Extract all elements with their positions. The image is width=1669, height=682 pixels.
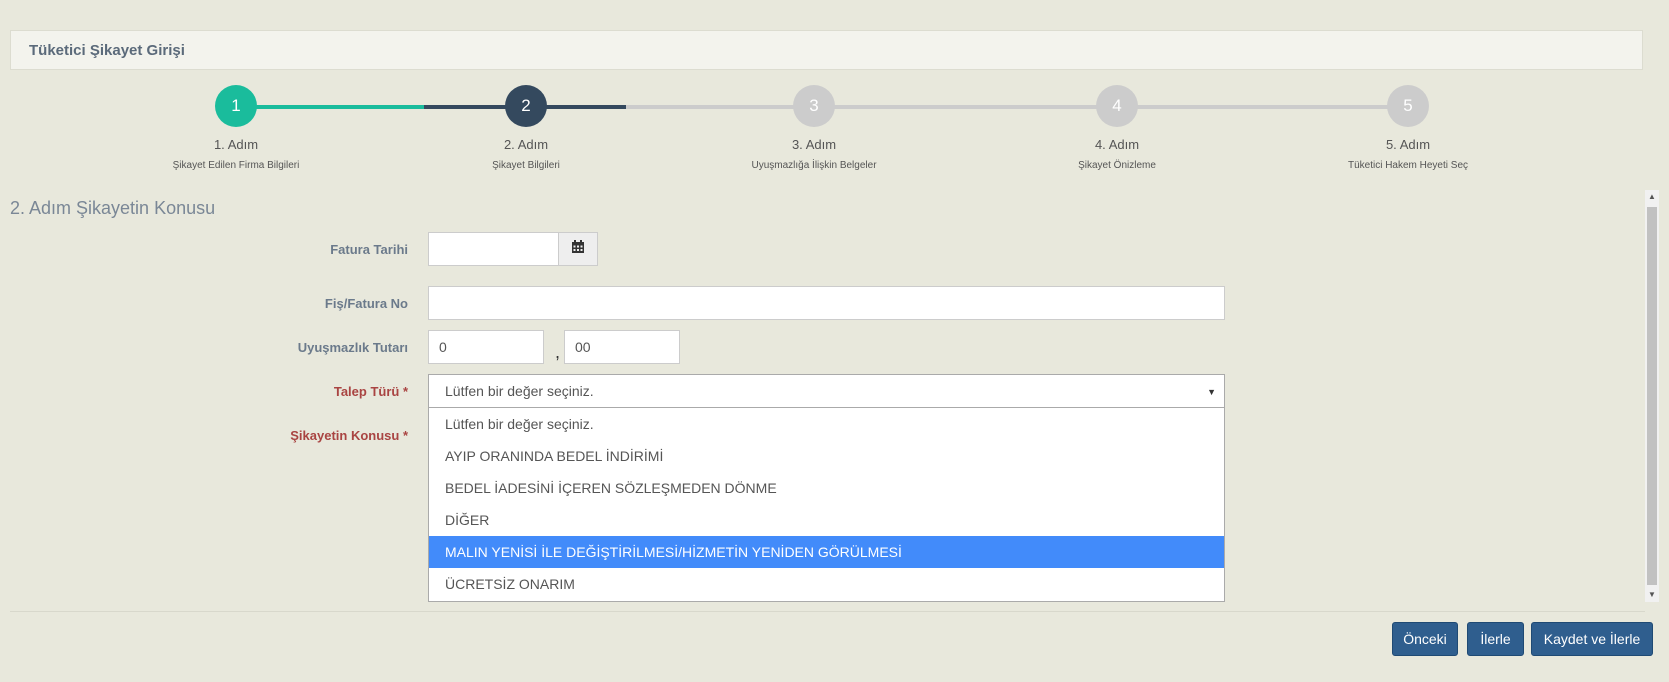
step-description: Şikayet Edilen Firma Bilgileri <box>172 160 300 171</box>
dropdown-option[interactable]: AYIP ORANINDA BEDEL İNDİRİMİ <box>429 440 1224 472</box>
step-title: 2. Adım <box>503 137 549 152</box>
step-title: 3. Adım <box>791 137 837 152</box>
fatura-tarihi-input[interactable] <box>428 232 559 266</box>
dropdown-option[interactable]: DİĞER <box>429 504 1224 536</box>
scrollbar-thumb[interactable] <box>1647 207 1657 585</box>
dropdown-option[interactable]: Lütfen bir değer seçiniz. <box>429 408 1224 440</box>
tutar-decimal-input[interactable]: 00 <box>564 330 680 364</box>
fatura-tarihi-label: Fatura Tarihi <box>330 242 408 257</box>
wizard-step-3[interactable]: 3 3. Adım Uyuşmazlığa İlişkin Belgeler <box>694 85 934 171</box>
sikayetin-konusu-label: Şikayetin Konusu * <box>290 428 408 443</box>
wizard-step-5[interactable]: 5 5. Adım Tüketici Hakem Heyeti Seç <box>1288 85 1528 171</box>
scroll-up-arrow-icon[interactable]: ▲ <box>1645 190 1659 204</box>
uyusmazlik-tutari-label: Uyuşmazlık Tutarı <box>297 340 408 355</box>
talep-turu-select[interactable]: Lütfen bir değer seçiniz. ▼ <box>428 374 1225 408</box>
step-description: Uyuşmazlığa İlişkin Belgeler <box>751 160 877 171</box>
step-circle: 3 <box>793 85 835 127</box>
previous-button[interactable]: Önceki <box>1392 622 1458 656</box>
wizard-step-1[interactable]: 1 1. Adım Şikayet Edilen Firma Bilgileri <box>116 85 356 171</box>
step-circle: 1 <box>215 85 257 127</box>
wizard-step-2[interactable]: 2 2. Adım Şikayet Bilgileri <box>406 85 646 171</box>
dropdown-option[interactable]: ÜCRETSİZ ONARIM <box>429 568 1224 600</box>
step-title: 4. Adım <box>1094 137 1140 152</box>
talep-turu-label: Talep Türü * <box>333 384 408 399</box>
calendar-icon <box>571 239 585 259</box>
calendar-button[interactable] <box>558 232 598 266</box>
step-description: Şikayet Bilgileri <box>492 160 560 171</box>
page-title: Tüketici Şikayet Girişi <box>29 41 185 59</box>
wizard-step-4[interactable]: 4 4. Adım Şikayet Önizleme <box>997 85 1237 171</box>
step-title: 1. Adım <box>213 137 259 152</box>
decimal-separator: , <box>555 342 561 362</box>
tutar-integer-input[interactable]: 0 <box>428 330 544 364</box>
step-title: 5. Adım <box>1385 137 1431 152</box>
talep-turu-dropdown-list: Lütfen bir değer seçiniz. AYIP ORANINDA … <box>428 408 1225 602</box>
caret-down-icon: ▼ <box>1207 387 1216 397</box>
scroll-down-arrow-icon[interactable]: ▼ <box>1645 588 1659 602</box>
talep-turu-selected-value: Lütfen bir değer seçiniz. <box>445 383 594 399</box>
dropdown-option-highlighted[interactable]: MALIN YENİSİ İLE DEĞİŞTİRİLMESİ/HİZMETİN… <box>429 536 1224 568</box>
step-circle: 5 <box>1387 85 1429 127</box>
page-header: Tüketici Şikayet Girişi <box>10 30 1643 70</box>
dropdown-option[interactable]: BEDEL İADESİNİ İÇEREN SÖZLEŞMEDEN DÖNME <box>429 472 1224 504</box>
next-button[interactable]: İlerle <box>1467 622 1524 656</box>
step-description: Tüketici Hakem Heyeti Seç <box>1347 160 1469 171</box>
fis-fatura-no-input[interactable] <box>428 286 1225 320</box>
footer-divider <box>10 611 1645 612</box>
wizard-steps: 1 1. Adım Şikayet Edilen Firma Bilgileri… <box>0 85 1669 175</box>
step-description: Şikayet Önizleme <box>1078 160 1156 171</box>
fis-fatura-no-label: Fiş/Fatura No <box>324 296 408 311</box>
step-circle: 2 <box>505 85 547 127</box>
save-and-next-button[interactable]: Kaydet ve İlerle <box>1531 622 1653 656</box>
section-title: 2. Adım Şikayetin Konusu <box>10 198 216 218</box>
step-circle: 4 <box>1096 85 1138 127</box>
vertical-scrollbar[interactable]: ▲ ▼ <box>1645 190 1659 602</box>
